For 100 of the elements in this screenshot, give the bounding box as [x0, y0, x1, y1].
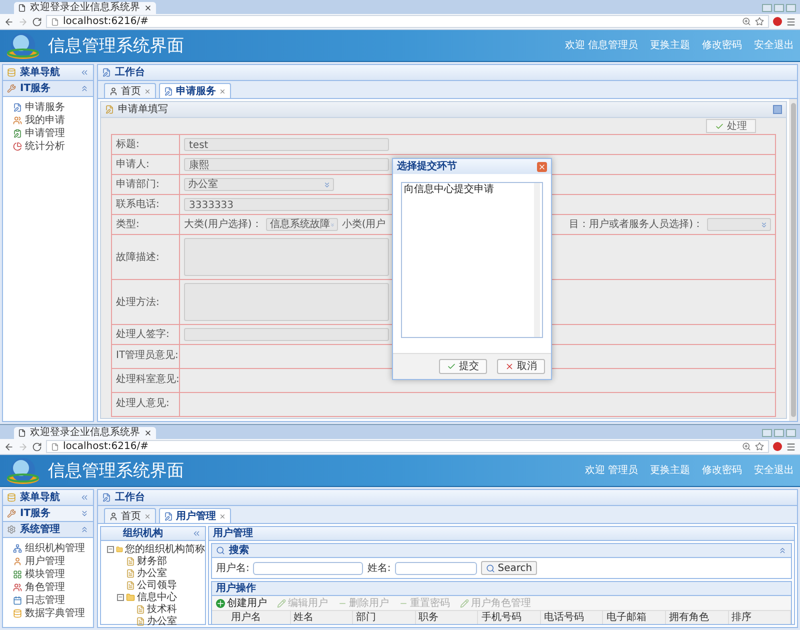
- text-field[interactable]: 3333333: [184, 198, 389, 211]
- menu-item-icon: [13, 570, 22, 579]
- tree-item[interactable]: 您的组织机构简称: [125, 542, 205, 556]
- tree-item[interactable]: 公司领导: [137, 578, 177, 592]
- column-header[interactable]: 手机号码: [478, 611, 541, 624]
- text-area[interactable]: 向信息中心提交申请: [401, 182, 543, 338]
- toolbar-button[interactable]: 创建用户: [216, 596, 267, 610]
- extension-icon[interactable]: [773, 442, 782, 451]
- reload-icon[interactable]: [32, 16, 42, 26]
- star-icon[interactable]: [755, 442, 764, 451]
- back-icon[interactable]: [4, 442, 14, 452]
- cancel-button[interactable]: 取消: [497, 359, 545, 374]
- page-tab[interactable]: 首页: [104, 83, 156, 98]
- address-bar[interactable]: localhost:6216/#: [46, 15, 769, 28]
- menu-item[interactable]: 组织机构管理: [25, 542, 85, 555]
- close-icon: [538, 162, 546, 170]
- menu-item[interactable]: 角色管理: [25, 581, 65, 594]
- forward-icon[interactable]: [18, 16, 28, 26]
- search-field[interactable]: [394, 562, 477, 574]
- text-field[interactable]: test: [184, 138, 389, 151]
- maximize-button[interactable]: [774, 429, 784, 437]
- page-tab[interactable]: 用户管理: [159, 508, 231, 523]
- sidebar-title: 菜单导航: [20, 66, 60, 79]
- page-tab[interactable]: 首页: [104, 508, 156, 523]
- minimize-button[interactable]: [762, 4, 772, 12]
- tree-item[interactable]: 技术科: [147, 602, 177, 616]
- app-title: 信息管理系统界面: [48, 460, 184, 480]
- column-header[interactable]: 排序: [728, 611, 792, 624]
- tree-item[interactable]: 办公室: [147, 614, 177, 628]
- scrollbar[interactable]: [534, 183, 540, 337]
- column-header[interactable]: 电子邮箱: [603, 611, 666, 624]
- menu-item-icon: [13, 103, 22, 112]
- accordion-header[interactable]: 系统管理: [3, 522, 93, 538]
- minus-icon: [108, 546, 113, 552]
- collapse-icon[interactable]: [80, 68, 89, 77]
- process-button[interactable]: 处理: [706, 119, 756, 133]
- column-header[interactable]: 部门: [353, 611, 416, 624]
- menu-item-icon: [13, 544, 22, 553]
- menu-item[interactable]: 数据字典管理: [25, 607, 85, 620]
- menu-item-icon: [13, 142, 22, 151]
- collapse-icon[interactable]: [80, 84, 89, 93]
- text-field[interactable]: [184, 328, 389, 341]
- column-header[interactable]: 拥有角色: [666, 611, 728, 624]
- zoom-icon[interactable]: [742, 442, 751, 451]
- submit-button[interactable]: 提交: [439, 359, 487, 374]
- close-button[interactable]: [537, 162, 547, 172]
- collapse-icon[interactable]: [80, 493, 89, 502]
- browser-tab[interactable]: 欢迎登录企业信息系统界: [14, 427, 156, 439]
- wrench-icon: [7, 84, 16, 93]
- reload-icon[interactable]: [32, 442, 42, 452]
- extension-icon[interactable]: [773, 17, 782, 26]
- accordion-header[interactable]: IT服务: [3, 81, 93, 97]
- star-icon[interactable]: [755, 17, 764, 26]
- minimize-button[interactable]: [762, 429, 772, 437]
- menu-item[interactable]: 统计分析: [25, 140, 65, 153]
- form-icon: [164, 512, 173, 520]
- expand-icon[interactable]: [80, 509, 89, 518]
- menu-item[interactable]: 申请服务: [25, 101, 65, 114]
- collapse-icon[interactable]: [80, 525, 89, 534]
- collapse-icon[interactable]: [192, 529, 201, 538]
- search-button[interactable]: Search: [480, 561, 538, 575]
- search-field[interactable]: [253, 562, 364, 574]
- close-icon[interactable]: [144, 4, 152, 12]
- folder-icon: [116, 544, 123, 554]
- forward-icon[interactable]: [18, 442, 28, 452]
- dropdown[interactable]: 办公室: [184, 178, 334, 191]
- accordion-header[interactable]: IT服务: [3, 506, 93, 522]
- menu-item[interactable]: 日志管理: [25, 594, 65, 607]
- page-tab[interactable]: 申请服务: [159, 83, 231, 98]
- back-icon[interactable]: [4, 16, 14, 26]
- close-button[interactable]: [786, 429, 796, 437]
- scrollbar[interactable]: [789, 99, 797, 421]
- tree-item[interactable]: 信息中心: [137, 590, 177, 604]
- browser-tab[interactable]: 欢迎登录企业信息系统界: [14, 2, 156, 14]
- menu-item[interactable]: 模块管理: [25, 568, 65, 581]
- field-label: 用户名:: [216, 562, 250, 574]
- close-button[interactable]: [786, 4, 796, 12]
- column-header[interactable]: 电话号码: [540, 611, 604, 624]
- collapse-toggle-icon[interactable]: [107, 546, 114, 552]
- column-header[interactable]: 姓名: [290, 611, 354, 624]
- zoom-icon[interactable]: [742, 17, 751, 26]
- maximize-button[interactable]: [774, 4, 784, 12]
- dropdown[interactable]: 信息系统故障: [266, 218, 338, 231]
- menu-item[interactable]: 用户管理: [25, 555, 65, 568]
- globe-logo-icon: [6, 32, 40, 60]
- address-bar[interactable]: localhost:6216/#: [46, 440, 769, 453]
- collapse-toggle-icon[interactable]: [117, 594, 124, 600]
- menu-item[interactable]: 我的申请: [25, 114, 65, 127]
- tree-item[interactable]: 办公室: [137, 566, 167, 580]
- close-icon[interactable]: [144, 429, 152, 437]
- tree-item[interactable]: 财务部: [137, 554, 167, 568]
- collapse-icon[interactable]: [778, 546, 787, 555]
- collapse-button[interactable]: [773, 105, 782, 114]
- page-icon: [18, 429, 26, 437]
- menu-item[interactable]: 申请管理: [25, 127, 65, 140]
- column-header[interactable]: 职务: [416, 611, 478, 624]
- text-field[interactable]: 康熙: [184, 158, 389, 171]
- file-icon: [136, 604, 145, 614]
- column-header[interactable]: 用户名: [228, 611, 291, 624]
- menu-item-icon: [13, 116, 22, 125]
